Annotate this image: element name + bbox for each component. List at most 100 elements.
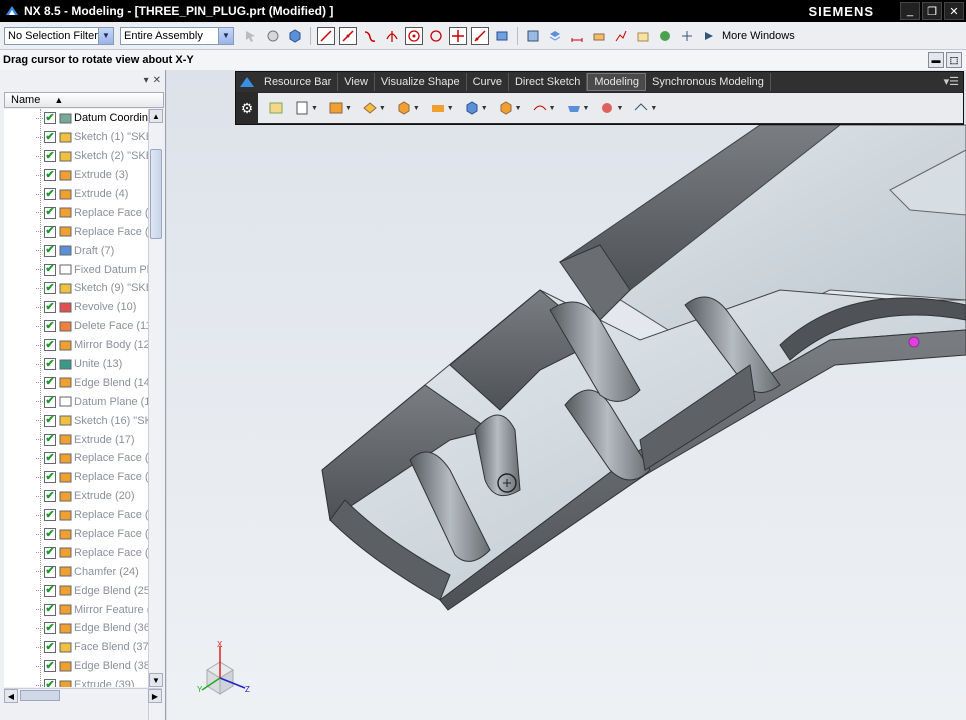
block-command-icon[interactable] xyxy=(396,100,412,116)
tree-row[interactable]: ✔ Extrude (4) xyxy=(4,185,148,204)
snap-view-icon[interactable] xyxy=(524,27,542,45)
visibility-checkbox[interactable]: ✔ xyxy=(44,565,56,578)
arc-center-icon[interactable] xyxy=(405,26,423,45)
visibility-checkbox[interactable]: ✔ xyxy=(44,301,56,314)
scroll-thumb[interactable] xyxy=(150,149,162,239)
existing-point-icon[interactable] xyxy=(449,26,467,45)
tree-row[interactable]: ✔ Extrude (3) xyxy=(4,166,148,185)
visibility-checkbox[interactable]: ✔ xyxy=(44,395,56,408)
section-icon[interactable] xyxy=(634,27,652,45)
scroll-up-icon[interactable]: ▲ xyxy=(149,109,163,123)
close-button[interactable]: ✕ xyxy=(944,2,964,20)
visibility-checkbox[interactable]: ✔ xyxy=(44,452,56,465)
feature-select-icon[interactable] xyxy=(264,27,282,45)
more-windows-icon[interactable] xyxy=(700,27,718,45)
navigator-horizontal-scrollbar[interactable]: ◀ ▶ xyxy=(4,688,162,703)
ribbon-tab[interactable]: Visualize Shape xyxy=(375,73,467,91)
visibility-checkbox[interactable]: ✔ xyxy=(44,376,56,389)
ribbon-tab[interactable]: Direct Sketch xyxy=(509,73,588,91)
tree-row[interactable]: ✔ Datum Plane (15 xyxy=(4,392,148,411)
orient-icon[interactable] xyxy=(678,27,696,45)
extrude-command-icon[interactable] xyxy=(328,100,344,116)
ribbon-tab[interactable]: Curve xyxy=(467,73,509,91)
column-header-name[interactable]: Name ▲ xyxy=(4,92,164,108)
feature-op-icon[interactable] xyxy=(464,100,480,116)
tree-row[interactable]: ✔ Draft (7) xyxy=(4,241,148,260)
visibility-checkbox[interactable]: ✔ xyxy=(44,206,56,219)
point-on-face-icon[interactable] xyxy=(493,27,511,45)
model-view[interactable] xyxy=(167,70,966,720)
tree-row[interactable]: ✔ Extrude (20) xyxy=(4,487,148,506)
visibility-checkbox[interactable]: ✔ xyxy=(44,490,56,503)
visibility-checkbox[interactable]: ✔ xyxy=(44,471,56,484)
snap-endpoint-icon[interactable] xyxy=(317,26,335,45)
intersection-icon[interactable] xyxy=(383,27,401,45)
tree-row[interactable]: ✔ Edge Blend (14) xyxy=(4,373,148,392)
tree-row[interactable]: ✔ Replace Face (1 xyxy=(4,468,148,487)
ribbon-tab[interactable]: Modeling xyxy=(587,73,647,91)
more-windows-button[interactable]: More Windows xyxy=(722,30,795,42)
tree-row[interactable]: ✔ Replace Face (2 xyxy=(4,525,148,544)
ribbon-options-icon[interactable]: ▾☰ xyxy=(944,75,959,88)
tree-row[interactable]: ✔ Fixed Datum Pla xyxy=(4,260,148,279)
visibility-checkbox[interactable]: ✔ xyxy=(44,641,56,654)
tree-row[interactable]: ✔ Sketch (9) "SKE xyxy=(4,279,148,298)
tree-row[interactable]: ✔ Replace Face (2 xyxy=(4,506,148,525)
gear-icon[interactable]: ⚙ xyxy=(236,93,258,123)
tree-row[interactable]: ✔ Sketch (2) "SKE xyxy=(4,147,148,166)
visibility-checkbox[interactable]: ✔ xyxy=(44,358,56,371)
collapse-panel-icon[interactable]: ▬ xyxy=(928,52,944,68)
tree-row[interactable]: ✔ Replace Face (2 xyxy=(4,543,148,562)
close-icon[interactable]: ✕ xyxy=(153,75,161,86)
new-file-icon[interactable] xyxy=(294,100,310,116)
scroll-down-icon[interactable]: ▼ xyxy=(149,673,163,687)
snap-midpoint-icon[interactable] xyxy=(339,26,357,45)
ribbon-tab[interactable]: View xyxy=(338,73,375,91)
measure-icon[interactable] xyxy=(568,27,586,45)
visibility-checkbox[interactable]: ✔ xyxy=(44,622,56,635)
analysis-icon[interactable] xyxy=(612,27,630,45)
scroll-right-icon[interactable]: ▶ xyxy=(148,689,162,703)
layer-icon[interactable] xyxy=(546,27,564,45)
minimize-button[interactable]: _ xyxy=(900,2,920,20)
visibility-checkbox[interactable]: ✔ xyxy=(44,528,56,541)
tree-row[interactable]: ✔ Mirror Body (12) xyxy=(4,336,148,355)
ribbon-tab[interactable]: Resource Bar xyxy=(258,73,339,91)
sync-command-icon[interactable] xyxy=(633,100,649,116)
visibility-checkbox[interactable]: ✔ xyxy=(44,150,56,163)
tree-row[interactable]: ✔ Chamfer (24) xyxy=(4,562,148,581)
tree-row[interactable]: ✔ Face Blend (37) xyxy=(4,638,148,657)
visibility-checkbox[interactable]: ✔ xyxy=(44,584,56,597)
curve-icon[interactable] xyxy=(361,27,379,45)
visibility-checkbox[interactable]: ✔ xyxy=(44,414,56,427)
visibility-checkbox[interactable]: ✔ xyxy=(44,169,56,182)
surface-command-icon[interactable] xyxy=(532,100,548,116)
tree-row[interactable]: ✔ Mirror Feature ( xyxy=(4,600,148,619)
quadrant-point-icon[interactable] xyxy=(427,27,445,45)
trim-command-icon[interactable] xyxy=(566,100,582,116)
tree-row[interactable]: ✔ Replace Face (6 xyxy=(4,222,148,241)
general-selection-icon[interactable] xyxy=(242,27,260,45)
visibility-checkbox[interactable]: ✔ xyxy=(44,320,56,333)
visibility-checkbox[interactable]: ✔ xyxy=(44,188,56,200)
tree-row[interactable]: ✔ Revolve (10) xyxy=(4,298,148,317)
scroll-left-icon[interactable]: ◀ xyxy=(4,689,18,703)
tree-row[interactable]: ✔ Sketch (1) "SKE xyxy=(4,128,148,147)
tree-row[interactable]: ✔ Replace Face (1 xyxy=(4,449,148,468)
visibility-checkbox[interactable]: ✔ xyxy=(44,339,56,352)
tree-row[interactable]: ✔ Sketch (16) "SKE xyxy=(4,411,148,430)
visibility-checkbox[interactable]: ✔ xyxy=(44,263,56,276)
tree-row[interactable]: ✔ Edge Blend (25) xyxy=(4,581,148,600)
visibility-checkbox[interactable]: ✔ xyxy=(44,131,56,144)
tree-row[interactable]: ✔ Extrude (39) xyxy=(4,676,148,687)
boolean-command-icon[interactable] xyxy=(430,100,446,116)
globe-icon[interactable] xyxy=(656,27,674,45)
visibility-checkbox[interactable]: ✔ xyxy=(44,546,56,559)
nx-logo-icon[interactable] xyxy=(236,72,258,92)
selection-filter-select[interactable]: No Selection Filter ▼ xyxy=(4,26,114,45)
ribbon-tab[interactable]: Synchronous Modeling xyxy=(646,73,771,91)
tree-row[interactable]: ✔ Datum Coordina xyxy=(4,109,148,128)
visibility-checkbox[interactable]: ✔ xyxy=(44,679,56,687)
tree-row[interactable]: ✔ Extrude (17) xyxy=(4,430,148,449)
restore-button[interactable]: ❐ xyxy=(922,2,942,20)
